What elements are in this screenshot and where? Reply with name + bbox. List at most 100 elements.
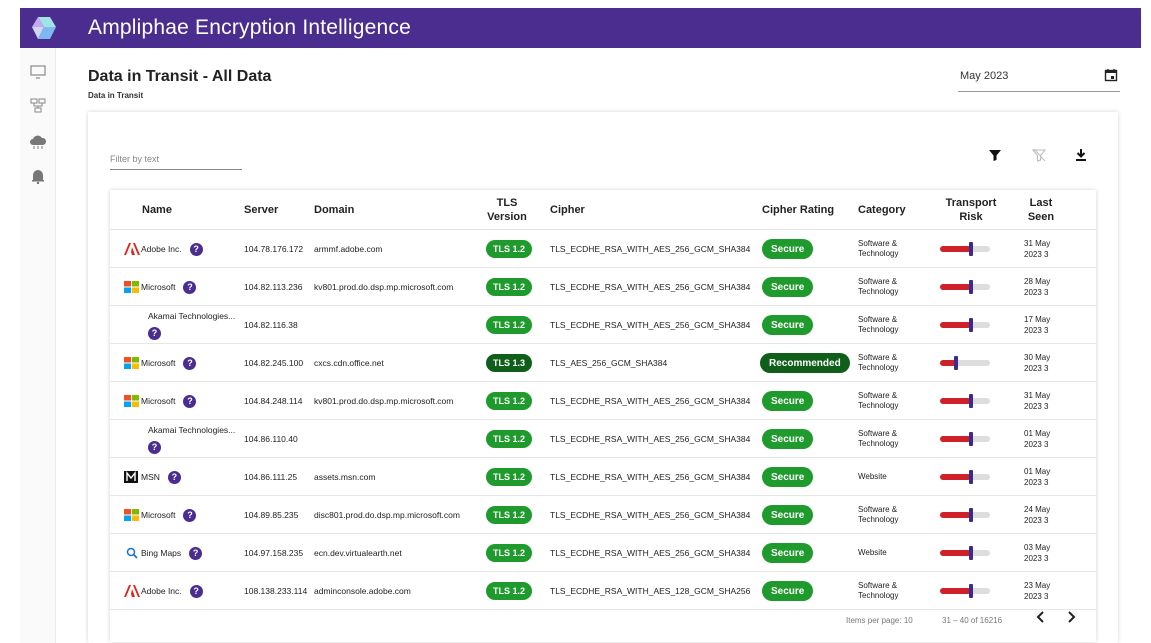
row-category-line1: Software &: [858, 315, 898, 324]
row-name[interactable]: Microsoft?: [124, 344, 244, 382]
risk-bar-marker: [969, 508, 973, 522]
help-icon[interactable]: ?: [167, 470, 181, 484]
microsoft-logo-icon: [124, 395, 140, 407]
row-category: Software & Technology: [858, 268, 930, 306]
column-header-cipher-rating[interactable]: Cipher Rating: [762, 190, 852, 230]
items-per-page[interactable]: Items per page: 10: [846, 616, 913, 625]
monitor-icon[interactable]: [28, 62, 48, 82]
risk-bar-marker: [954, 356, 958, 370]
row-name[interactable]: Adobe Inc.?: [124, 572, 244, 610]
row-category-line1: Software &: [858, 277, 898, 286]
row-domain: disc801.prod.do.dsp.mp.microsoft.com: [314, 510, 460, 520]
help-icon[interactable]: ?: [189, 546, 203, 560]
filter-input[interactable]: Filter by text: [110, 152, 242, 170]
table-row[interactable]: Bing Maps? 104.97.158.235 ecn.dev.virtuale…: [110, 534, 1096, 572]
help-icon[interactable]: ?: [183, 394, 197, 408]
network-icon[interactable]: [28, 96, 48, 116]
risk-header-line2: Risk: [959, 211, 983, 223]
items-per-page-value[interactable]: 10: [904, 616, 913, 625]
row-name-text: MSN: [141, 472, 160, 482]
row-server: 104.78.176.172: [244, 244, 304, 254]
tls-header-line1: TLS: [496, 197, 518, 209]
cipher-rating-badge: Secure: [762, 581, 814, 601]
cipher-rating-badge: Secure: [762, 277, 814, 297]
risk-bar-fill: [940, 246, 971, 252]
previous-page-button[interactable]: [1034, 610, 1048, 624]
month-picker[interactable]: May 2023: [958, 68, 1120, 92]
row-last-seen-line1: 28 May: [1024, 277, 1051, 286]
row-server: 104.97.158.235: [244, 548, 304, 558]
table-row[interactable]: Adobe Inc.? 108.138.233.114 adminconsole.a…: [110, 572, 1096, 610]
next-page-button[interactable]: [1064, 610, 1078, 624]
help-icon[interactable]: ?: [148, 440, 161, 454]
row-server: 108.138.233.114: [244, 586, 308, 596]
help-icon[interactable]: ?: [148, 326, 161, 340]
row-category: Software & Technology: [858, 382, 930, 420]
row-transport-risk: [940, 496, 1000, 534]
table-row[interactable]: Akamai Technologies...? 104.86.110.40 TLS …: [110, 420, 1096, 458]
column-header-last-seen[interactable]: Last Seen: [1016, 190, 1066, 230]
row-name-text: Akamai Technologies...: [148, 310, 236, 321]
row-name[interactable]: Bing Maps?: [124, 534, 244, 572]
row-name[interactable]: Akamai Technologies...?: [148, 306, 258, 344]
row-last-seen: 01 May 2023 3: [1024, 420, 1074, 458]
row-name[interactable]: MSN?: [124, 458, 244, 496]
bell-icon[interactable]: [28, 166, 48, 186]
column-header-name[interactable]: Name: [142, 190, 202, 230]
row-name[interactable]: Microsoft?: [124, 382, 244, 420]
table-row[interactable]: Microsoft? 104.89.85.235 disc801.prod.do.d…: [110, 496, 1096, 534]
row-domain: armmf.adobe.com: [314, 244, 383, 254]
clear-filter-icon[interactable]: [1031, 148, 1047, 162]
risk-bar-marker: [969, 546, 973, 560]
row-last-seen: 28 May 2023 3: [1024, 268, 1074, 306]
table-row[interactable]: Microsoft? 104.82.113.236 kv801.prod.do.ds…: [110, 268, 1096, 306]
help-icon[interactable]: ?: [183, 356, 197, 370]
cipher-rating-badge: Secure: [762, 505, 814, 525]
row-name[interactable]: Microsoft?: [124, 496, 244, 534]
risk-bar-marker: [969, 242, 973, 256]
cipher-rating-badge: Secure: [762, 467, 814, 487]
row-name-text: Microsoft: [141, 358, 176, 368]
row-category: Website: [858, 458, 930, 496]
row-category-line1: Software &: [858, 505, 898, 514]
row-category-line2: Technology: [858, 515, 899, 524]
row-category-line2: Technology: [858, 591, 899, 600]
row-domain: adminconsole.adobe.com: [314, 586, 411, 596]
row-name-text: Microsoft: [141, 510, 176, 520]
column-header-domain[interactable]: Domain: [314, 190, 394, 230]
row-last-seen-line2: 2023 3: [1024, 402, 1049, 411]
help-icon[interactable]: ?: [189, 242, 203, 256]
cipher-rating-badge: Secure: [762, 429, 814, 449]
calendar-icon[interactable]: [1104, 68, 1118, 82]
row-name[interactable]: Adobe Inc.?: [124, 230, 244, 268]
table-row[interactable]: Microsoft? 104.82.245.100 cxcs.cdn.office.…: [110, 344, 1096, 382]
microsoft-logo-icon: [124, 357, 140, 369]
table-row[interactable]: Microsoft? 104.84.248.114 kv801.prod.do.ds…: [110, 382, 1096, 420]
filter-icon[interactable]: [988, 148, 1002, 162]
table-row[interactable]: Akamai Technologies...? 104.82.116.38 TLS …: [110, 306, 1096, 344]
help-icon[interactable]: ?: [183, 508, 197, 522]
column-header-category[interactable]: Category: [858, 190, 928, 230]
column-header-server[interactable]: Server: [244, 190, 304, 230]
column-header-tls-version[interactable]: TLS Version: [482, 190, 532, 230]
row-last-seen: 01 May 2023 3: [1024, 458, 1074, 496]
help-icon[interactable]: ?: [189, 584, 203, 598]
help-icon[interactable]: ?: [183, 280, 197, 294]
risk-bar-fill: [940, 550, 971, 556]
row-cipher: TLS_AES_256_GCM_SHA384: [550, 358, 668, 368]
row-name-text: Microsoft: [141, 282, 176, 292]
row-name-text: Bing Maps: [141, 548, 182, 558]
cloud-icon[interactable]: [28, 132, 48, 152]
column-header-cipher[interactable]: Cipher: [550, 190, 610, 230]
row-name[interactable]: Microsoft?: [124, 268, 244, 306]
row-last-seen-line2: 2023 3: [1024, 592, 1049, 601]
table-row[interactable]: Adobe Inc.? 104.78.176.172 armmf.adobe.com…: [110, 230, 1096, 268]
adobe-logo-icon: [124, 243, 140, 255]
table-row[interactable]: MSN? 104.86.111.25 assets.msn.com TLS 1.2 TL…: [110, 458, 1096, 496]
row-name-text: Akamai Technologies...: [148, 424, 236, 435]
column-header-transport-risk[interactable]: Transport Risk: [936, 190, 1006, 230]
ampliphae-logo-icon[interactable]: [20, 8, 66, 48]
download-icon[interactable]: [1074, 148, 1088, 162]
row-name[interactable]: Akamai Technologies...?: [148, 420, 258, 458]
row-category: Website: [858, 534, 930, 572]
